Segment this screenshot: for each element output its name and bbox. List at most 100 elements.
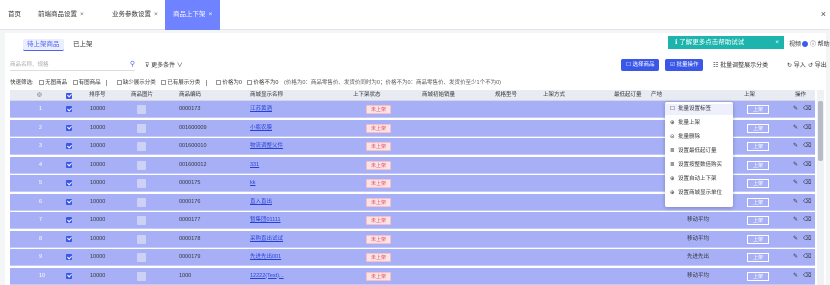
row-checkbox[interactable]	[66, 180, 72, 186]
delete-icon[interactable]: ⌫	[803, 143, 811, 149]
edit-icon[interactable]: ✎	[793, 273, 798, 279]
row-checkbox[interactable]	[66, 272, 72, 279]
window-close-icon[interactable]: ×	[821, 9, 826, 19]
close-icon[interactable]: ×	[775, 36, 779, 49]
more-conditions-button[interactable]: ⊽ 更多条件 ∨	[145, 60, 183, 69]
delete-icon[interactable]: ⌫	[803, 236, 811, 242]
filter-checkbox[interactable]	[72, 80, 78, 86]
delete-icon[interactable]: ⌫	[803, 217, 811, 223]
goods-name-link[interactable]: 先进先出001	[250, 249, 281, 266]
select-goods-button[interactable]: ☐ 选择商品	[621, 59, 660, 71]
help-hint-banner[interactable]: ℹ 了解更多点击帮助试试 ×	[668, 36, 784, 49]
edit-icon[interactable]: ✎	[793, 199, 798, 205]
edit-icon[interactable]: ✎	[793, 217, 798, 223]
menu-item-display-unit[interactable]: ⊕ 设置商城显示单位	[665, 188, 733, 199]
menu-item-auto-shelf[interactable]: ⊕ 设置自动上下架	[665, 174, 733, 185]
table-header: ◎ 排序号 商品图片 商品编码 商城显示名称 上下架状态 商城初始销量 规格型号…	[10, 90, 815, 101]
shelf-button[interactable]: 上架	[747, 179, 769, 188]
toggle-switch[interactable]	[802, 41, 809, 48]
row-actions: ✎ ⌫	[793, 101, 817, 118]
filter-checkbox[interactable]	[216, 80, 222, 86]
goods-name-link[interactable]: 江苏黄酒	[250, 101, 272, 118]
search-icon[interactable]: ⚲	[130, 59, 135, 71]
import-button[interactable]: ↻ 导入	[787, 60, 806, 69]
unit-icon: ⊕	[670, 190, 675, 196]
scrollbar-thumb[interactable]	[818, 101, 823, 161]
close-icon[interactable]: ×	[80, 11, 84, 18]
batch-display-category-button[interactable]: ☷ 批量调整展示分类	[713, 60, 768, 69]
help-link[interactable]: ⓘ 帮助	[810, 39, 830, 48]
tab-goods-shelf[interactable]: 商品上下架 ×	[165, 0, 221, 30]
goods-name-link[interactable]: 直入直出	[250, 194, 272, 211]
edit-icon[interactable]: ✎	[793, 162, 798, 168]
delete-icon[interactable]: ⌫	[803, 199, 811, 205]
delete-icon[interactable]: ⌫	[803, 254, 811, 260]
filter-checkbox[interactable]	[247, 80, 253, 86]
row-checkbox[interactable]	[66, 235, 72, 242]
subtab-pending[interactable]: 待上架商品	[23, 39, 64, 51]
shelf-button[interactable]: 上架	[747, 234, 769, 244]
menu-item-multiple-purchase[interactable]: ≣ 设置按整数倍购买	[665, 160, 733, 171]
goods-name-link[interactable]: 331	[250, 157, 259, 174]
menu-item-min-order[interactable]: ≣ 设置最低起订量	[665, 146, 733, 157]
goods-name-link[interactable]: 小瓶农膜	[250, 120, 272, 137]
menu-item-batch-shelf[interactable]: ⊕ 批量上架	[665, 118, 733, 129]
table-row[interactable]: 8 10000 0000178 采购直出试试 未上架 移动平均 上架 ✎ ⌫	[10, 230, 815, 248]
shelf-button[interactable]: 上架	[747, 142, 769, 151]
close-icon[interactable]: ×	[154, 11, 158, 18]
delete-icon[interactable]: ⌫	[803, 180, 811, 186]
video-toggle[interactable]: 视频	[789, 39, 809, 48]
goods-name-link[interactable]: 物流调整父件	[250, 138, 283, 155]
menu-item-batch-delete[interactable]: ⊝ 批量删除	[665, 132, 733, 143]
row-checkbox[interactable]	[66, 198, 72, 205]
row-checkbox[interactable]	[66, 161, 72, 168]
shelf-button[interactable]: 上架	[747, 197, 769, 207]
tab-frontend-goods-settings[interactable]: 前端商品设置 ×	[38, 0, 84, 30]
filter-checkbox[interactable]	[116, 80, 122, 86]
close-icon[interactable]: ×	[209, 11, 213, 18]
shelf-button[interactable]: 上架	[747, 123, 769, 133]
goods-name-link[interactable]: 采购直出试试	[250, 231, 283, 248]
select-all-checkbox[interactable]	[66, 92, 72, 99]
subtab-on-shelf[interactable]: 已上架	[69, 39, 97, 51]
goods-name-link[interactable]: kk	[250, 175, 256, 192]
filter-checkbox[interactable]	[39, 80, 45, 86]
batch-operation-button[interactable]: ☑ 批量操作	[665, 59, 704, 71]
row-checkbox[interactable]	[66, 106, 72, 112]
goods-name-link[interactable]: 12222(Test)...	[250, 268, 284, 285]
row-index: 7	[39, 217, 43, 223]
filter-checkbox[interactable]	[161, 80, 167, 86]
shelf-button[interactable]: 上架	[747, 271, 769, 281]
row-checkbox[interactable]	[66, 254, 72, 260]
export-button[interactable]: ↺ 导出	[808, 60, 827, 69]
goods-code: 001600012	[179, 161, 207, 168]
edit-icon[interactable]: ✎	[793, 143, 798, 149]
goods-name-link[interactable]: 暂集团01111	[250, 212, 281, 229]
menu-item-set-tags[interactable]: ☐ 批量设置标签	[665, 104, 733, 115]
row-checkbox[interactable]	[66, 217, 72, 223]
edit-icon[interactable]: ✎	[793, 106, 798, 112]
tab-business-params[interactable]: 业务参数设置 ×	[112, 0, 158, 30]
delete-icon[interactable]: ⌫	[803, 162, 811, 168]
edit-icon[interactable]: ✎	[793, 236, 798, 242]
row-checkbox[interactable]	[66, 124, 72, 131]
shelf-button[interactable]: 上架	[747, 160, 769, 170]
search-input[interactable]: 商品名称、规格 ⚲	[10, 59, 135, 71]
delete-icon[interactable]: ⌫	[803, 125, 811, 131]
shelf-button[interactable]: 上架	[747, 253, 769, 262]
shelf-button[interactable]: 上架	[747, 216, 769, 225]
goods-code: 0000179	[179, 254, 201, 260]
status-badge: 未上架	[366, 160, 392, 170]
edit-icon[interactable]: ✎	[793, 254, 798, 260]
table-row[interactable]: 7 10000 0000177 暂集团01111 未上架 移动平均 上架 ✎ ⌫	[10, 212, 815, 230]
table-row[interactable]: 9 10000 0000179 先进先出001 未上架 先进先出 上架 ✎ ⌫	[10, 249, 815, 267]
edit-icon[interactable]: ✎	[793, 180, 798, 186]
filter-icon: ⊽	[145, 63, 150, 69]
delete-icon[interactable]: ⌫	[803, 273, 811, 279]
row-checkbox[interactable]	[66, 143, 72, 149]
table-row[interactable]: 10 10000 1000 12222(Test)... 未上架 移动平均 上架 ✎ ⌫	[10, 267, 815, 285]
tab-home[interactable]: 首页	[8, 0, 21, 30]
shelf-button[interactable]: 上架	[747, 105, 769, 114]
delete-icon[interactable]: ⌫	[803, 106, 811, 112]
edit-icon[interactable]: ✎	[793, 125, 798, 131]
